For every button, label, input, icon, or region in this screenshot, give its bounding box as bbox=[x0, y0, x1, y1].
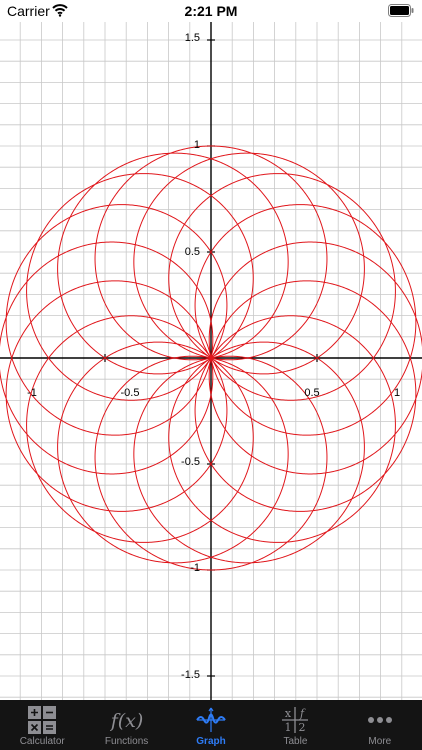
table-icon: x f 1 2 bbox=[282, 707, 309, 734]
graph-plot[interactable]: -1 -0.5 0.5 1 1.5 1 0.5 -0.5 -1 -1.5 bbox=[0, 22, 422, 700]
y-tick-label-neg1.5: -1.5 bbox=[181, 669, 200, 681]
tab-more[interactable]: More bbox=[338, 700, 422, 750]
svg-text:2: 2 bbox=[299, 721, 306, 734]
battery-icon bbox=[388, 4, 414, 17]
graph-icon bbox=[196, 707, 226, 732]
tab-label-more: More bbox=[368, 736, 392, 747]
svg-text:f: f bbox=[299, 707, 306, 720]
axes bbox=[0, 22, 422, 700]
x-tick-label-neg0.5: -0.5 bbox=[121, 387, 140, 399]
x-tick-label-1: 1 bbox=[394, 387, 400, 399]
svg-text:f(x): f(x) bbox=[110, 710, 143, 732]
tab-label-table: Table bbox=[283, 736, 308, 747]
more-icon bbox=[367, 717, 392, 723]
x-tick-label-0.5: 0.5 bbox=[304, 387, 319, 399]
status-bar: Carrier 2:21 PM bbox=[0, 0, 422, 22]
y-tick-label-0.5: 0.5 bbox=[185, 246, 200, 258]
tab-graph[interactable]: Graph bbox=[169, 700, 253, 750]
y-tick-label-1.5: 1.5 bbox=[185, 32, 200, 44]
x-tick-label-neg1: -1 bbox=[27, 387, 37, 399]
tab-label-calculator: Calculator bbox=[19, 736, 65, 747]
svg-text:1: 1 bbox=[285, 721, 292, 734]
tab-table[interactable]: x f 1 2 Table bbox=[253, 700, 337, 750]
svg-text:x: x bbox=[285, 707, 292, 720]
y-tick-label-1: 1 bbox=[194, 139, 200, 151]
function-icon: f(x) bbox=[110, 710, 143, 732]
status-time: 2:21 PM bbox=[184, 3, 238, 19]
tab-label-graph: Graph bbox=[196, 736, 226, 747]
y-tick-label-neg1: -1 bbox=[190, 562, 200, 574]
tab-bar: Calculator f(x) Functions Graph x f 1 2 … bbox=[0, 700, 422, 750]
graph-canvas[interactable]: -1 -0.5 0.5 1 1.5 1 0.5 -0.5 -1 -1.5 bbox=[0, 22, 422, 700]
y-tick-label-neg0.5: -0.5 bbox=[181, 456, 200, 468]
tab-functions[interactable]: f(x) Functions bbox=[84, 700, 168, 750]
calculator-icon bbox=[28, 706, 57, 734]
tab-label-functions: Functions bbox=[104, 736, 149, 747]
tab-calculator[interactable]: Calculator bbox=[0, 700, 84, 750]
